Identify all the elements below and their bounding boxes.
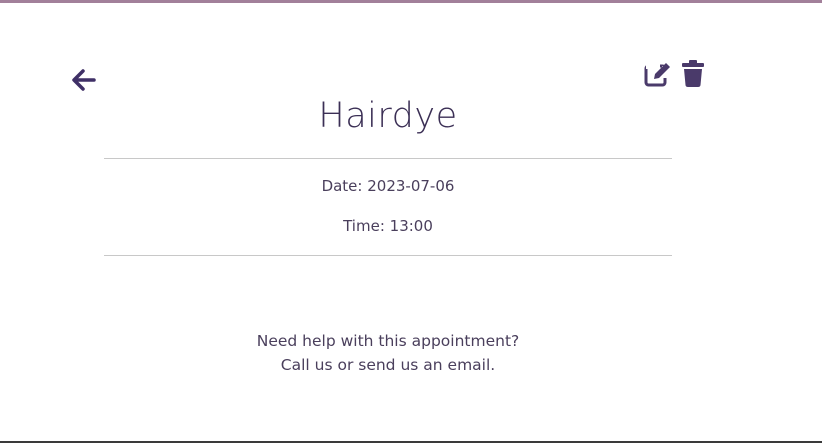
back-button[interactable] [70, 66, 98, 94]
help-text: Need help with this appointment? Call us… [0, 329, 776, 377]
appointment-date: Date: 2023-07-06 [0, 177, 776, 195]
help-line-2: Call us or send us an email. [280, 356, 496, 374]
appointment-time: Time: 13:00 [0, 217, 776, 235]
top-accent-bar [0, 0, 822, 3]
arrow-left-icon [72, 69, 96, 91]
divider [104, 158, 672, 159]
time-label: Time: [343, 217, 385, 235]
date-value: 2023-07-06 [367, 177, 455, 195]
trash-icon [682, 60, 704, 87]
help-line-1: Need help with this appointment? [256, 332, 520, 350]
edit-button[interactable] [644, 61, 672, 87]
divider [104, 255, 672, 256]
delete-button[interactable] [681, 60, 705, 87]
date-label: Date: [321, 177, 363, 195]
appointment-title: Hairdye [318, 96, 458, 136]
time-value: 13:00 [389, 217, 433, 235]
edit-icon [644, 61, 670, 87]
